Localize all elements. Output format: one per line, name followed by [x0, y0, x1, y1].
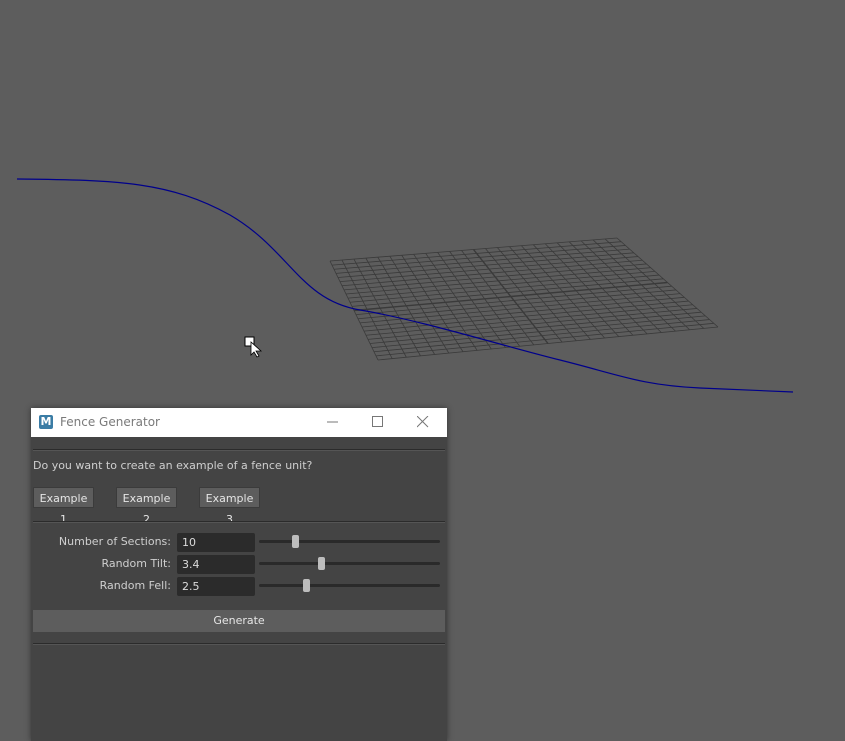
select-cursor-icon	[244, 336, 263, 358]
tilt-field[interactable]: 3.4	[177, 555, 255, 574]
example-2-button[interactable]: Example 2	[116, 487, 177, 526]
fell-slider[interactable]	[259, 579, 440, 592]
nurbs-curve[interactable]	[16, 178, 794, 393]
maximize-button[interactable]	[356, 408, 401, 437]
divider	[33, 521, 445, 523]
divider	[33, 643, 445, 645]
close-icon	[417, 416, 429, 428]
maya-app-icon: M	[39, 415, 53, 429]
sections-label: Number of Sections:	[58, 535, 171, 548]
minimize-icon	[327, 421, 338, 423]
fell-label: Random Fell:	[99, 579, 171, 592]
window-title: Fence Generator	[60, 415, 160, 429]
tilt-slider-handle[interactable]	[317, 557, 325, 570]
sections-slider-handle[interactable]	[292, 535, 300, 548]
sections-field[interactable]: 10	[177, 533, 255, 552]
generate-button[interactable]: Generate	[33, 610, 445, 632]
sections-slider[interactable]	[259, 535, 440, 548]
close-button[interactable]	[401, 408, 446, 437]
grid-plane[interactable]	[329, 237, 719, 361]
example-3-button[interactable]: Example 3	[199, 487, 260, 526]
fell-field[interactable]: 2.5	[177, 577, 255, 596]
minimize-button[interactable]	[311, 408, 356, 437]
tilt-slider[interactable]	[259, 557, 440, 570]
example-1-button[interactable]: Example 1	[33, 487, 94, 526]
maximize-icon	[372, 416, 383, 427]
title-bar[interactable]: M Fence Generator	[31, 408, 447, 437]
fell-slider-handle[interactable]	[303, 579, 311, 592]
divider	[33, 449, 445, 451]
prompt-text: Do you want to create an example of a fe…	[33, 459, 313, 472]
tilt-label: Random Tilt:	[101, 557, 171, 570]
fence-generator-window: M Fence Generator Do you want to create …	[31, 408, 447, 741]
